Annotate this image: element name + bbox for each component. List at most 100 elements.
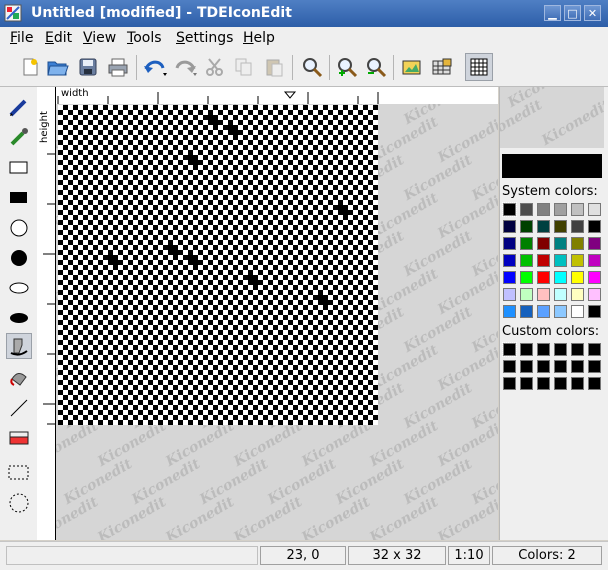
color-swatch[interactable] xyxy=(588,305,601,318)
color-swatch[interactable] xyxy=(554,305,567,318)
color-swatch[interactable] xyxy=(588,203,601,216)
menu-edit[interactable]: Edit xyxy=(45,30,72,46)
ellipse-filled-icon[interactable] xyxy=(6,305,32,331)
circle-outline-icon[interactable] xyxy=(6,215,32,241)
color-swatch[interactable] xyxy=(537,271,550,284)
color-swatch[interactable] xyxy=(502,202,517,217)
menu-tools[interactable]: Tools xyxy=(127,30,162,46)
new-icon[interactable] xyxy=(18,55,42,79)
grid-icon[interactable] xyxy=(430,55,454,79)
color-swatch[interactable] xyxy=(503,305,516,318)
color-swatch[interactable] xyxy=(554,288,567,301)
minimize-button[interactable]: ▁ xyxy=(544,5,561,21)
color-swatch[interactable] xyxy=(520,343,533,356)
redo-icon[interactable] xyxy=(173,55,197,79)
line-icon[interactable] xyxy=(6,395,32,421)
zoom-out-icon[interactable] xyxy=(364,55,388,79)
color-swatch[interactable] xyxy=(520,203,533,216)
open-icon[interactable] xyxy=(46,55,70,79)
image-icon[interactable] xyxy=(400,55,424,79)
color-swatch[interactable] xyxy=(520,288,533,301)
grid-toggle-icon[interactable] xyxy=(465,53,493,81)
color-swatch[interactable] xyxy=(503,360,516,373)
menu-view[interactable]: View xyxy=(83,30,116,46)
eraser-icon[interactable] xyxy=(6,425,32,451)
color-swatch[interactable] xyxy=(554,343,567,356)
pixel-grid[interactable] xyxy=(58,105,378,425)
color-swatch[interactable] xyxy=(503,254,516,267)
eyedropper-icon[interactable] xyxy=(6,124,32,150)
color-swatch[interactable] xyxy=(571,305,584,318)
color-swatch[interactable] xyxy=(537,288,550,301)
color-swatch[interactable] xyxy=(520,377,533,390)
maximize-button[interactable]: □ xyxy=(564,5,581,21)
color-swatch[interactable] xyxy=(554,271,567,284)
spray-icon[interactable] xyxy=(6,333,32,359)
color-swatch[interactable] xyxy=(503,377,516,390)
color-swatch[interactable] xyxy=(520,254,533,267)
color-swatch[interactable] xyxy=(503,237,516,250)
color-swatch[interactable] xyxy=(571,237,584,250)
color-swatch[interactable] xyxy=(554,360,567,373)
paste-icon[interactable] xyxy=(262,55,286,79)
color-swatch[interactable] xyxy=(588,254,601,267)
freehand-icon[interactable] xyxy=(6,94,32,120)
save-icon[interactable] xyxy=(76,55,100,79)
color-swatch[interactable] xyxy=(520,271,533,284)
color-swatch[interactable] xyxy=(571,203,584,216)
ellipse-outline-icon[interactable] xyxy=(6,275,32,301)
color-swatch[interactable] xyxy=(537,343,550,356)
color-swatch[interactable] xyxy=(554,220,567,233)
menu-settings[interactable]: Settings xyxy=(176,30,233,46)
color-swatch[interactable] xyxy=(503,288,516,301)
color-swatch[interactable] xyxy=(502,342,517,357)
rect-filled-icon[interactable] xyxy=(6,185,32,211)
color-swatch[interactable] xyxy=(571,271,584,284)
undo-icon[interactable] xyxy=(143,55,167,79)
color-swatch[interactable] xyxy=(588,237,601,250)
color-swatch[interactable] xyxy=(588,288,601,301)
color-swatch[interactable] xyxy=(520,220,533,233)
rect-select-icon[interactable] xyxy=(6,460,32,486)
color-swatch[interactable] xyxy=(571,377,584,390)
color-swatch[interactable] xyxy=(571,254,584,267)
color-swatch[interactable] xyxy=(537,360,550,373)
color-swatch[interactable] xyxy=(503,220,516,233)
color-swatch[interactable] xyxy=(571,343,584,356)
color-swatch[interactable] xyxy=(554,254,567,267)
color-swatch[interactable] xyxy=(554,377,567,390)
color-swatch[interactable] xyxy=(537,254,550,267)
color-swatch[interactable] xyxy=(588,343,601,356)
close-button[interactable]: ✕ xyxy=(584,5,601,21)
print-icon[interactable] xyxy=(106,55,130,79)
color-swatch[interactable] xyxy=(588,377,601,390)
current-color[interactable] xyxy=(502,154,602,178)
color-swatch[interactable] xyxy=(537,220,550,233)
canvas-area[interactable]: Kiconedit Kiconedit Kiconedit Kiconedit Kico… xyxy=(56,104,498,540)
color-swatch[interactable] xyxy=(537,377,550,390)
color-swatch[interactable] xyxy=(520,360,533,373)
color-swatch[interactable] xyxy=(588,271,601,284)
color-swatch[interactable] xyxy=(571,288,584,301)
color-swatch[interactable] xyxy=(571,360,584,373)
menu-help[interactable]: Help xyxy=(243,30,275,46)
zoom-icon[interactable] xyxy=(300,55,324,79)
copy-icon[interactable] xyxy=(232,55,256,79)
color-swatch[interactable] xyxy=(503,271,516,284)
color-swatch[interactable] xyxy=(537,237,550,250)
circle-select-icon[interactable] xyxy=(6,490,32,516)
cut-icon[interactable] xyxy=(203,55,227,79)
color-swatch[interactable] xyxy=(588,220,601,233)
rect-outline-icon[interactable] xyxy=(6,155,32,181)
color-swatch[interactable] xyxy=(537,305,550,318)
color-swatch[interactable] xyxy=(520,305,533,318)
color-swatch[interactable] xyxy=(588,360,601,373)
menu-file[interactable]: File xyxy=(10,30,33,46)
color-swatch[interactable] xyxy=(554,203,567,216)
fill-icon[interactable] xyxy=(6,365,32,391)
color-swatch[interactable] xyxy=(554,237,567,250)
color-swatch[interactable] xyxy=(537,203,550,216)
zoom-in-icon[interactable] xyxy=(335,55,359,79)
circle-filled-icon[interactable] xyxy=(6,245,32,271)
color-swatch[interactable] xyxy=(520,237,533,250)
